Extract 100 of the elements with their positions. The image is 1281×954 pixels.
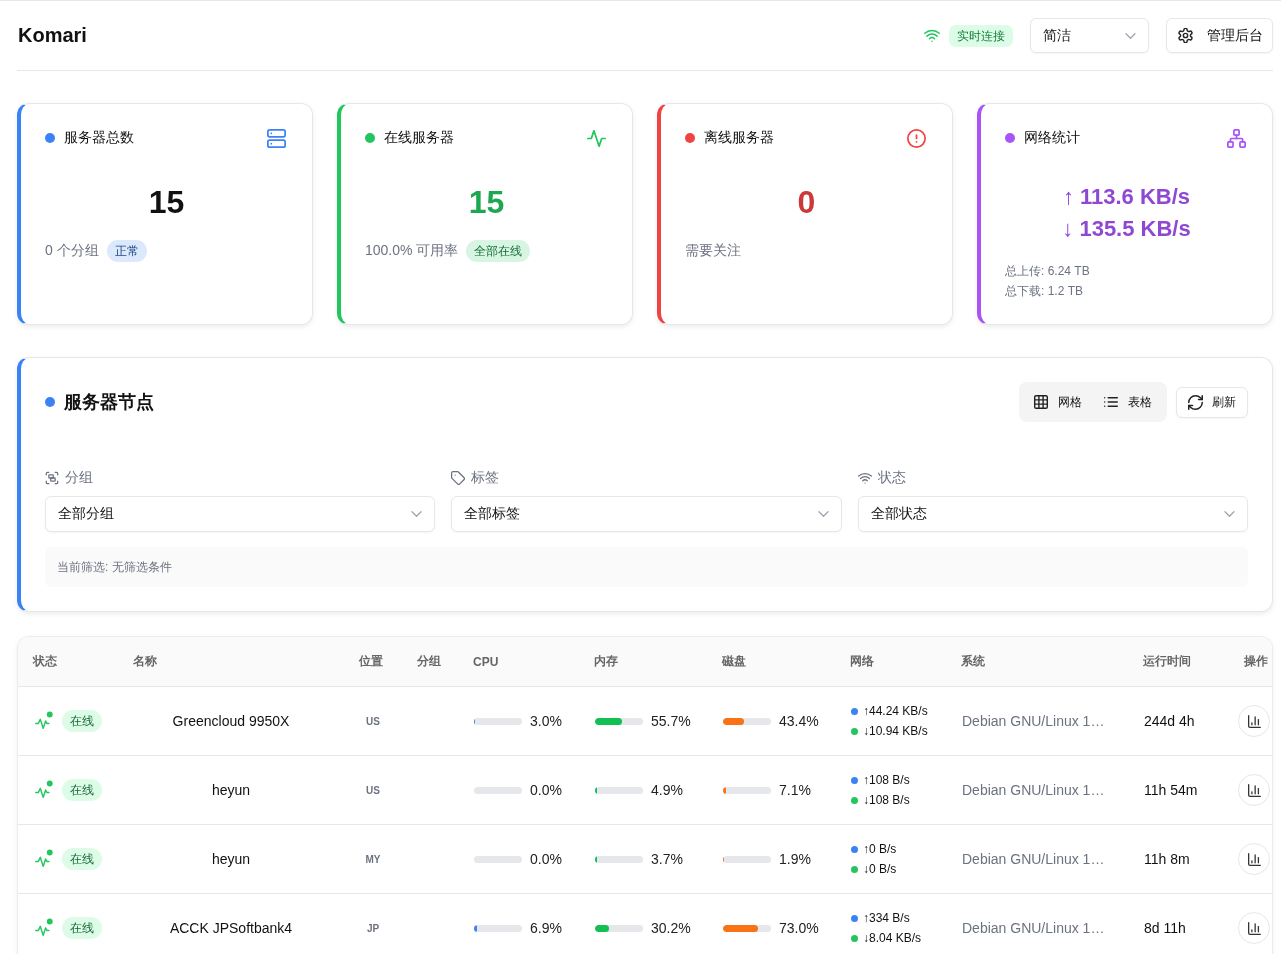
wifi-icon xyxy=(857,471,872,485)
stat-value: 15 xyxy=(148,183,185,222)
group-icon xyxy=(45,471,59,485)
filter-label: 分组 xyxy=(65,469,93,487)
filter-label: 状态 xyxy=(877,469,906,487)
section-title: 服务器节点 xyxy=(64,391,154,414)
filter-select[interactable]: 全部分组 xyxy=(45,496,436,532)
filter-select[interactable]: 全部标签 xyxy=(451,496,842,532)
status-badge: 在线 xyxy=(62,848,102,870)
alert-circle-icon xyxy=(907,128,926,148)
refresh-button[interactable]: 刷新 xyxy=(1176,386,1248,418)
memory-usage-value: 55.7% xyxy=(651,713,691,729)
stat-caption: 100.0% 可用率 xyxy=(365,242,459,260)
column-header: 分组 xyxy=(417,653,441,670)
cpu-usage-bar xyxy=(474,786,522,794)
disk-usage-value: 73.0% xyxy=(779,920,819,936)
tag-icon xyxy=(451,471,466,485)
chart-button[interactable] xyxy=(1238,705,1270,737)
memory-usage-value: 3.7% xyxy=(651,851,683,867)
column-header: 磁盘 xyxy=(722,653,746,670)
section-dot-icon xyxy=(45,397,55,407)
os-name: Debian GNU/Linux 1… xyxy=(962,782,1105,798)
upload-dot-icon xyxy=(851,914,858,922)
server-name: heyun xyxy=(211,782,251,798)
location-code: JP xyxy=(366,922,380,934)
view-tab[interactable]: 表格 xyxy=(1093,386,1163,418)
activity-icon xyxy=(587,128,606,148)
network-nodes-icon xyxy=(1227,128,1246,148)
chevron-down-icon xyxy=(817,511,829,517)
download-rate: ↓8.04 KB/s xyxy=(863,931,922,945)
upload-rate: ↑0 B/s xyxy=(863,842,897,856)
os-name: Debian GNU/Linux 1… xyxy=(962,713,1105,729)
filter-select[interactable]: 全部状态 xyxy=(857,496,1248,532)
bar-chart-icon xyxy=(1247,783,1261,797)
list-icon xyxy=(1104,395,1118,409)
total-upload: 总上传: 6.24 TB xyxy=(1005,263,1090,280)
cpu-usage-value: 0.0% xyxy=(530,851,562,867)
chart-button[interactable] xyxy=(1238,774,1270,806)
stat-caption: 需要关注 xyxy=(685,242,741,260)
location-code: MY xyxy=(365,853,381,865)
uptime: 11h 54m xyxy=(1144,782,1198,798)
cpu-usage-bar xyxy=(474,855,522,863)
stat-value: 0 xyxy=(797,183,816,222)
display-mode-select[interactable]: 简洁 xyxy=(1030,18,1149,53)
disk-usage-value: 43.4% xyxy=(779,713,819,729)
cpu-usage-value: 6.9% xyxy=(530,920,562,936)
column-header: CPU xyxy=(473,654,499,669)
card-title: 服务器总数 xyxy=(64,129,135,147)
server-name: ACCK JPSoftbank4 xyxy=(169,920,293,936)
disk-usage-value: 7.1% xyxy=(779,782,811,798)
column-header: 状态 xyxy=(33,653,57,670)
column-header: 名称 xyxy=(133,653,157,670)
download-speed: ↓ 135.5 KB/s xyxy=(1062,215,1191,243)
upload-speed: ↑ 113.6 KB/s xyxy=(1062,183,1191,211)
status-badge: 全部在线 xyxy=(466,240,531,262)
column-header: 内存 xyxy=(594,653,618,670)
download-rate: ↓0 B/s xyxy=(863,862,897,876)
cpu-usage-value: 0.0% xyxy=(530,782,562,798)
memory-usage-value: 30.2% xyxy=(651,920,691,936)
admin-button[interactable]: 管理后台 xyxy=(1166,18,1273,53)
download-dot-icon xyxy=(851,727,858,735)
connection-status-badge: 实时连接 xyxy=(949,24,1013,47)
grid-icon xyxy=(1034,395,1048,409)
uptime: 8d 11h xyxy=(1144,920,1186,936)
location-code: US xyxy=(366,715,380,727)
column-header: 运行时间 xyxy=(1143,653,1191,670)
os-name: Debian GNU/Linux 1… xyxy=(962,920,1105,936)
bar-chart-icon xyxy=(1247,921,1261,935)
status-badge: 在线 xyxy=(62,917,102,939)
stat-value: 15 xyxy=(468,183,505,222)
chevron-down-icon xyxy=(411,511,423,517)
upload-rate: ↑108 B/s xyxy=(863,773,910,787)
status-badge: 正常 xyxy=(106,240,147,262)
server-icon xyxy=(267,128,286,148)
os-name: Debian GNU/Linux 1… xyxy=(962,851,1105,867)
download-dot-icon xyxy=(851,934,858,942)
card-title: 离线服务器 xyxy=(704,129,775,147)
download-rate: ↓10.94 KB/s xyxy=(863,724,928,738)
memory-usage-value: 4.9% xyxy=(651,782,683,798)
upload-rate: ↑44.24 KB/s xyxy=(863,704,928,718)
server-name: heyun xyxy=(211,851,251,867)
card-title: 网络统计 xyxy=(1024,129,1081,147)
chart-button[interactable] xyxy=(1238,912,1270,944)
stat-caption: 0 个分组 xyxy=(45,242,99,260)
current-filter-text: 当前筛选: 无筛选条件 xyxy=(57,558,172,576)
upload-dot-icon xyxy=(851,776,858,784)
download-dot-icon xyxy=(851,865,858,873)
refresh-icon xyxy=(1188,394,1203,410)
uptime: 244d 4h xyxy=(1144,713,1195,729)
download-dot-icon xyxy=(851,796,858,804)
cpu-usage-value: 3.0% xyxy=(530,713,562,729)
column-header: 位置 xyxy=(359,653,383,670)
server-name: Greencloud 9950X xyxy=(172,713,290,729)
settings-icon xyxy=(1178,28,1193,43)
column-header: 网络 xyxy=(850,653,874,670)
view-tab[interactable]: 网格 xyxy=(1023,386,1093,418)
chart-button[interactable] xyxy=(1238,843,1270,875)
status-badge: 在线 xyxy=(62,710,102,732)
location-code: US xyxy=(366,784,380,796)
bar-chart-icon xyxy=(1247,852,1261,866)
